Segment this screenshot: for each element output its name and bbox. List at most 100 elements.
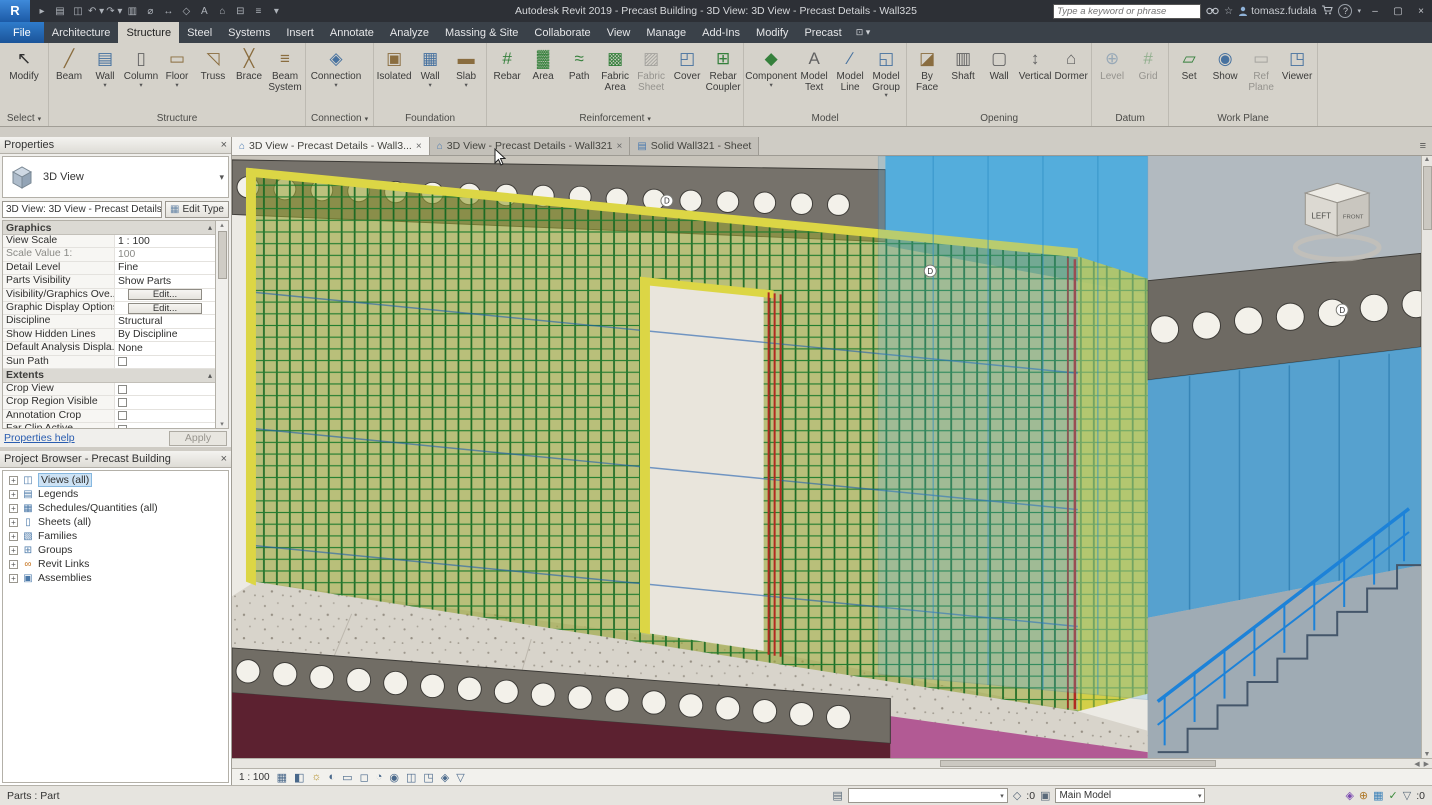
help-dropdown-icon[interactable]: ▾ bbox=[1357, 7, 1361, 15]
slab-dropdown-icon[interactable]: ▾ bbox=[464, 83, 467, 90]
expand-icon[interactable]: + bbox=[9, 476, 18, 485]
by-face-button[interactable]: ◪By Face bbox=[909, 44, 945, 111]
maximize-button[interactable]: ▢ bbox=[1389, 6, 1407, 17]
model-canvas[interactable]: D D D LEFT FRONT bbox=[232, 156, 1421, 758]
properties-close-icon[interactable]: × bbox=[221, 139, 227, 151]
select-underlay-icon[interactable]: ▦ bbox=[1373, 789, 1383, 802]
editable-only-icon[interactable]: ◇ bbox=[1013, 789, 1021, 802]
dormer-button[interactable]: ⌂Dormer bbox=[1053, 44, 1089, 111]
tree-label[interactable]: Schedules/Quantities (all) bbox=[38, 502, 158, 514]
detail-level-value[interactable]: Fine bbox=[115, 262, 215, 274]
tree-label[interactable]: Views (all) bbox=[38, 473, 92, 487]
component-dropdown-icon[interactable]: ▾ bbox=[769, 83, 772, 90]
tree-item-families[interactable]: +▧Families bbox=[3, 529, 228, 543]
show-button[interactable]: ◉Show bbox=[1207, 44, 1243, 111]
ribbon-tab-structure[interactable]: Structure bbox=[118, 22, 179, 43]
wall-dropdown-icon[interactable]: ▾ bbox=[103, 83, 106, 90]
customize-quick-access-icon[interactable]: ▾ bbox=[268, 6, 284, 17]
wall-foundation-button[interactable]: ▦Wall▾ bbox=[412, 44, 448, 111]
rebar-coupler-button[interactable]: ⊞Rebar Coupler bbox=[705, 44, 741, 111]
panel-label-structure[interactable]: Structure bbox=[49, 111, 305, 126]
path-button[interactable]: ≈Path bbox=[561, 44, 597, 111]
annotation-crop-checkbox[interactable] bbox=[118, 411, 127, 420]
beam-button[interactable]: ╱Beam bbox=[51, 44, 87, 111]
tab-list-icon[interactable]: ≡ bbox=[1414, 137, 1432, 155]
sun-path-checkbox[interactable] bbox=[118, 357, 127, 366]
ribbon-tab-annotate[interactable]: Annotate bbox=[322, 22, 382, 43]
tree-item-groups[interactable]: +⊞Groups bbox=[3, 543, 228, 557]
tree-label[interactable]: Families bbox=[38, 530, 77, 542]
scroll-right-icon[interactable]: ▶ bbox=[1424, 760, 1429, 768]
ribbon-tab-modify[interactable]: Modify bbox=[748, 22, 796, 43]
tree-label[interactable]: Groups bbox=[38, 544, 72, 556]
app-store-cart-icon[interactable] bbox=[1321, 5, 1333, 18]
graphic-display-edit-button[interactable]: Edit... bbox=[128, 303, 202, 314]
tree-label[interactable]: Sheets (all) bbox=[38, 516, 91, 528]
expand-icon[interactable]: + bbox=[9, 518, 18, 527]
tree-item-assemblies[interactable]: +▣Assemblies bbox=[3, 571, 228, 585]
design-option-select[interactable]: Main Model▾ bbox=[1055, 788, 1205, 803]
panel-label-datum[interactable]: Datum bbox=[1092, 111, 1168, 126]
viewer-button[interactable]: ◳Viewer bbox=[1279, 44, 1315, 111]
file-arrow-icon[interactable]: ▸ bbox=[34, 6, 50, 17]
brace-button[interactable]: ╳Brace bbox=[231, 44, 267, 111]
truss-button[interactable]: ◹Truss bbox=[195, 44, 231, 111]
parts-visibility-value[interactable]: Show Parts bbox=[115, 275, 215, 287]
set-button[interactable]: ▱Set bbox=[1171, 44, 1207, 111]
thin-lines-icon[interactable]: ≡ bbox=[250, 6, 266, 17]
select-pinned-icon[interactable]: ⊕ bbox=[1359, 789, 1368, 802]
ribbon-tab-steel[interactable]: Steel bbox=[179, 22, 220, 43]
tree-item-legends[interactable]: +▤Legends bbox=[3, 487, 228, 501]
worksharing-display-icon[interactable]: ◫ bbox=[406, 771, 416, 784]
ribbon-tab-collaborate[interactable]: Collaborate bbox=[526, 22, 598, 43]
tree-item-sheets[interactable]: +▯Sheets (all) bbox=[3, 515, 228, 529]
connection-dropdown-icon[interactable]: ▾ bbox=[334, 83, 337, 90]
default-analysis-value[interactable]: None bbox=[115, 342, 215, 354]
area-button[interactable]: ▓Area bbox=[525, 44, 561, 111]
ribbon-tab-file[interactable]: File bbox=[0, 22, 44, 43]
fabric-area-button[interactable]: ▩Fabric Area bbox=[597, 44, 633, 111]
shaft-button[interactable]: ▥Shaft bbox=[945, 44, 981, 111]
wall-opening-button[interactable]: ▢Wall bbox=[981, 44, 1017, 111]
text-icon[interactable]: A bbox=[196, 6, 212, 17]
help-icon[interactable]: ? bbox=[1338, 4, 1352, 18]
help-search-input[interactable] bbox=[1053, 4, 1201, 19]
model-group-dropdown-icon[interactable]: ▾ bbox=[884, 93, 887, 100]
horizontal-scrollbar[interactable]: ◀▶ bbox=[232, 758, 1432, 768]
panel-label-reinforcement[interactable]: Reinforcement▾ bbox=[487, 111, 743, 126]
vertical-scrollbar[interactable]: ▲▼ bbox=[1421, 156, 1432, 758]
project-browser-close-icon[interactable]: × bbox=[221, 453, 227, 465]
visibility-graphics-edit-button[interactable]: Edit... bbox=[128, 289, 202, 300]
tag-icon[interactable]: ◇ bbox=[178, 6, 194, 17]
expand-icon[interactable]: + bbox=[9, 532, 18, 541]
close-tab-icon[interactable]: × bbox=[616, 141, 622, 152]
crop-view-icon[interactable]: ▭ bbox=[342, 771, 352, 784]
tree-label[interactable]: Assemblies bbox=[38, 572, 92, 584]
scrollbar-thumb[interactable] bbox=[1423, 166, 1432, 230]
print-icon[interactable]: ▥ bbox=[124, 6, 140, 17]
type-selector[interactable]: 3D View ▾ bbox=[2, 156, 229, 198]
crop-view-checkbox[interactable] bbox=[118, 385, 127, 394]
view-tab-wall325[interactable]: ⌂3D View - Precast Details - Wall3...× bbox=[232, 137, 430, 155]
section-extents[interactable]: Extents▴ bbox=[3, 369, 215, 383]
type-dropdown-icon[interactable]: ▾ bbox=[219, 172, 224, 183]
select-links-icon[interactable]: ◈ bbox=[1345, 789, 1353, 802]
ribbon-tab-manage[interactable]: Manage bbox=[638, 22, 694, 43]
panel-label-model[interactable]: Model bbox=[744, 111, 906, 126]
slab-button[interactable]: ▬Slab▾ bbox=[448, 44, 484, 111]
model-text-button[interactable]: AModel Text bbox=[796, 44, 832, 111]
isolated-button[interactable]: ▣Isolated bbox=[376, 44, 412, 111]
expand-icon[interactable]: + bbox=[9, 546, 18, 555]
design-options-icon[interactable]: ▣ bbox=[1040, 789, 1050, 802]
tree-item-schedules[interactable]: +▦Schedules/Quantities (all) bbox=[3, 501, 228, 515]
close-button[interactable]: × bbox=[1412, 6, 1430, 17]
tree-label[interactable]: Legends bbox=[38, 488, 78, 500]
worksets-icon[interactable]: ▤ bbox=[832, 789, 842, 802]
crop-region-visible-checkbox[interactable] bbox=[118, 398, 127, 407]
component-button[interactable]: ◆Component▾ bbox=[746, 44, 796, 111]
expand-icon[interactable]: + bbox=[9, 504, 18, 513]
ribbon-tab-massing-site[interactable]: Massing & Site bbox=[437, 22, 526, 43]
scrollbar-thumb[interactable] bbox=[218, 231, 227, 279]
floor-dropdown-icon[interactable]: ▾ bbox=[175, 83, 178, 90]
redo-icon[interactable]: ↷ ▾ bbox=[106, 6, 122, 17]
